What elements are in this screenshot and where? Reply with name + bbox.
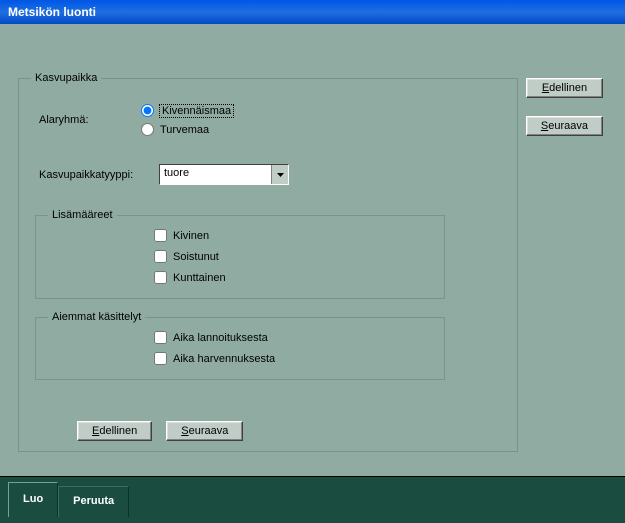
kasvupaikkatyyppi-value: tuore (160, 165, 271, 184)
lisamaareet-legend: Lisämääreet (48, 209, 117, 221)
check-soistunut-input[interactable] (154, 250, 167, 263)
alaryhma-radios: Kivennäismaa Turvemaa (141, 104, 233, 136)
check-soistunut-label: Soistunut (173, 251, 219, 263)
window-title: Metsikön luonti (8, 5, 96, 19)
check-lannoitus-label: Aika lannoituksesta (173, 332, 268, 344)
kasvupaikka-legend: Kasvupaikka (31, 72, 101, 84)
check-kivinen-input[interactable] (154, 229, 167, 242)
kasvupaikkatyyppi-select[interactable]: tuore (159, 164, 289, 185)
tab-cancel[interactable]: Peruuta (58, 486, 129, 517)
radio-turvemaa-input[interactable] (141, 123, 154, 136)
lisamaareet-group: Lisämääreet Kivinen Soistunut Kunttainen (35, 209, 445, 299)
content-area: Edellinen Seuraava Kasvupaikka Alaryhmä:… (0, 24, 625, 476)
kasvupaikkatyyppi-label: Kasvupaikkatyyppi: (39, 169, 159, 181)
alaryhma-row: Alaryhmä: Kivennäismaa Turvemaa (39, 104, 505, 136)
check-kunttainen[interactable]: Kunttainen (154, 271, 432, 284)
aiemmat-group: Aiemmat käsittelyt Aika lannoituksesta A… (35, 311, 445, 380)
check-kivinen[interactable]: Kivinen (154, 229, 432, 242)
check-kivinen-label: Kivinen (173, 230, 209, 242)
next-button-side[interactable]: Seuraava (526, 116, 603, 136)
next-side-rest: euraava (548, 120, 588, 132)
kasvupaikkatyyppi-row: Kasvupaikkatyyppi: tuore (39, 164, 505, 185)
radio-turvemaa[interactable]: Turvemaa (141, 123, 233, 136)
dropdown-button[interactable] (271, 165, 288, 184)
check-harvennus[interactable]: Aika harvennuksesta (154, 352, 432, 365)
radio-turvemaa-label: Turvemaa (160, 124, 209, 136)
bottom-button-group: Edellinen Seuraava (77, 421, 243, 441)
check-lannoitus-input[interactable] (154, 331, 167, 344)
prev-side-rest: dellinen (549, 82, 587, 94)
prev-button-side[interactable]: Edellinen (526, 78, 603, 98)
radio-kivennaismaa-input[interactable] (141, 104, 154, 117)
check-harvennus-label: Aika harvennuksesta (173, 353, 275, 365)
radio-kivennaismaa[interactable]: Kivennäismaa (141, 104, 233, 117)
window-titlebar: Metsikön luonti (0, 0, 625, 24)
alaryhma-label: Alaryhmä: (39, 114, 141, 126)
kasvupaikka-group: Kasvupaikka Alaryhmä: Kivennäismaa Turve… (18, 72, 518, 452)
check-kunttainen-input[interactable] (154, 271, 167, 284)
chevron-down-icon (277, 173, 284, 177)
check-kunttainen-label: Kunttainen (173, 272, 226, 284)
tab-create[interactable]: Luo (8, 482, 58, 517)
check-lannoitus[interactable]: Aika lannoituksesta (154, 331, 432, 344)
aiemmat-legend: Aiemmat käsittelyt (48, 311, 145, 323)
check-soistunut[interactable]: Soistunut (154, 250, 432, 263)
prev-button-bottom[interactable]: Edellinen (77, 421, 152, 441)
radio-kivennaismaa-label: Kivennäismaa (160, 105, 233, 117)
side-button-group: Edellinen Seuraava (526, 78, 603, 136)
tab-bar: Luo Peruuta (0, 476, 625, 523)
next-button-bottom[interactable]: Seuraava (166, 421, 243, 441)
check-harvennus-input[interactable] (154, 352, 167, 365)
